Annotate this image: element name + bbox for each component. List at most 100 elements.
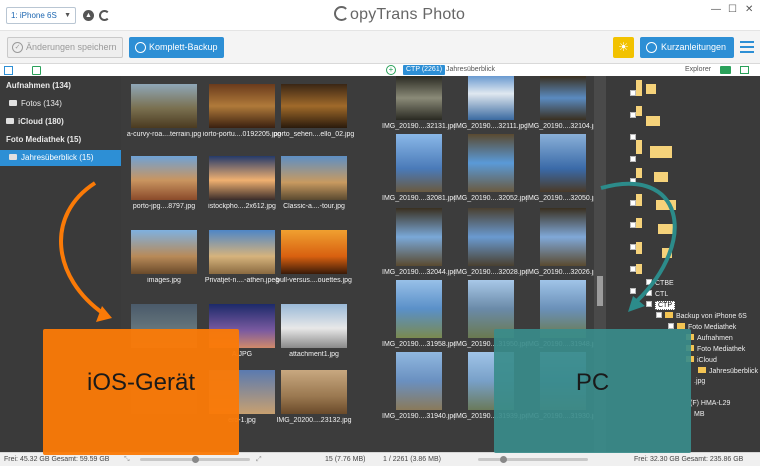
- photo-caption: IMG_20190....31940.jpg: [382, 413, 455, 420]
- zoom-in-icon[interactable]: ⤢: [256, 453, 262, 466]
- tree-node[interactable]: Jahresüberblick: [698, 366, 758, 377]
- save-changes-button[interactable]: ✓ Änderungen speichern: [7, 37, 123, 58]
- photo-thumbnail[interactable]: [467, 76, 514, 120]
- folder-icon[interactable]: [720, 66, 731, 74]
- blurred-folder-area: [654, 172, 668, 182]
- tree-expand-box[interactable]: [630, 156, 636, 162]
- tree-expand-box[interactable]: [630, 288, 636, 294]
- photo-thumbnail[interactable]: [539, 134, 586, 192]
- tree-expand-box[interactable]: [630, 178, 636, 184]
- device-zoom-knob[interactable]: [192, 456, 199, 463]
- photo-tile[interactable]: Classic-a....-tour.jpg: [273, 156, 355, 210]
- photo-thumbnail[interactable]: [131, 230, 197, 274]
- pc-photo-tile[interactable]: IMG_20190....32104.jpg: [526, 76, 599, 130]
- photo-thumbnail[interactable]: [209, 230, 275, 274]
- photo-thumbnail[interactable]: [131, 84, 197, 128]
- chevron-down-icon: ▼: [64, 12, 71, 19]
- pc-photo-tile[interactable]: IMG_20190....32131.jpg: [382, 76, 455, 130]
- photo-tile[interactable]: a-curvy-roa....terrain.jpg: [123, 84, 205, 138]
- device-selector[interactable]: 1: iPhone 6S ▼: [6, 7, 76, 24]
- photo-tile[interactable]: attachment1.jpg: [273, 304, 355, 358]
- pc-photo-tile[interactable]: IMG_20190....32044.jpg: [382, 208, 455, 276]
- tree-node[interactable]: Aufnahmen: [686, 333, 733, 344]
- photo-thumbnail[interactable]: [395, 352, 442, 410]
- lightbulb-button[interactable]: ☀: [613, 37, 634, 58]
- photo-thumbnail[interactable]: [209, 156, 275, 200]
- pc-photo-tile[interactable]: IMG_20190....31958.jpg: [382, 280, 455, 348]
- photo-tile[interactable]: istockpho....2x612.jpg: [201, 156, 283, 210]
- photo-thumbnail[interactable]: [395, 76, 442, 120]
- minimize-icon[interactable]: —: [711, 4, 721, 15]
- tree-expand-box[interactable]: [630, 90, 636, 96]
- photo-thumbnail[interactable]: [395, 134, 442, 192]
- pc-photo-tile[interactable]: IMG_20190....32111.jpg: [454, 76, 527, 130]
- photo-thumbnail[interactable]: [395, 280, 442, 338]
- photo-thumbnail[interactable]: [395, 208, 442, 266]
- refresh-icon[interactable]: [99, 10, 110, 21]
- close-icon[interactable]: ✕: [745, 4, 753, 15]
- photo-thumbnail[interactable]: [539, 76, 586, 120]
- photo-thumbnail[interactable]: [467, 208, 514, 266]
- eject-icon[interactable]: ▲: [83, 10, 94, 21]
- tree-node[interactable]: .jpg: [694, 376, 705, 387]
- full-backup-button[interactable]: Komplett-Backup: [129, 37, 224, 58]
- maximize-icon[interactable]: ☐: [728, 4, 737, 15]
- photo-tile[interactable]: Privatjet-n....-athen.jpeg: [201, 230, 283, 284]
- tree-expand-box[interactable]: [646, 301, 652, 307]
- tree-node[interactable]: CTP: [646, 300, 675, 311]
- pc-zoom-slider[interactable]: [478, 458, 588, 461]
- photo-thumbnail[interactable]: [281, 370, 347, 414]
- new-album-icon[interactable]: [32, 66, 41, 75]
- sidebar-item[interactable]: Jahresüberblick (15): [0, 150, 121, 166]
- tree-expand-box[interactable]: [630, 222, 636, 228]
- panel-toggle-icon[interactable]: [4, 66, 13, 75]
- photo-tile[interactable]: bull-versus....ouettes.jpg: [273, 230, 355, 284]
- pc-photo-tile[interactable]: IMG_20190....32052.jpg: [454, 134, 527, 202]
- hamburger-menu-icon[interactable]: [740, 41, 754, 53]
- ctp-count-badge[interactable]: CTP (2261): [403, 65, 446, 75]
- pc-zoom-knob[interactable]: [500, 456, 507, 463]
- tree-expand-box[interactable]: [630, 200, 636, 206]
- photo-tile[interactable]: images.jpg: [123, 230, 205, 284]
- pc-photo-tile[interactable]: IMG_20190....31940.jpg: [382, 352, 455, 420]
- pc-photo-tile[interactable]: IMG_20190....32081.jpg: [382, 134, 455, 202]
- photo-tile[interactable]: iorto-portu....0192205.jpg: [201, 84, 283, 138]
- tree-node[interactable]: Backup von iPhone 6S: [656, 311, 747, 322]
- sidebar-item[interactable]: Foto Mediathek (15): [0, 132, 121, 148]
- tree-node[interactable]: CTL: [646, 289, 668, 300]
- tree-node[interactable]: (F) HMA-L29: [690, 398, 730, 409]
- sidebar-item[interactable]: Aufnahmen (134): [0, 78, 121, 94]
- sidebar-item[interactable]: Fotos (134): [0, 96, 121, 112]
- photo-thumbnail[interactable]: [281, 230, 347, 274]
- tree-expand-box[interactable]: [630, 244, 636, 250]
- tree-node[interactable]: MB: [694, 409, 705, 420]
- quick-guide-button[interactable]: Kurzanleitungen: [640, 37, 734, 58]
- scrollbar-thumb[interactable]: [597, 276, 603, 306]
- grid-view-icon[interactable]: [740, 66, 749, 74]
- photo-caption: images.jpg: [147, 277, 181, 284]
- tree-expand-box[interactable]: [630, 266, 636, 272]
- tree-node[interactable]: CTBE: [646, 278, 674, 289]
- tree-node[interactable]: Foto Mediathek: [686, 344, 745, 355]
- photo-thumbnail[interactable]: [209, 84, 275, 128]
- sidebar-item[interactable]: iCloud (180): [0, 114, 121, 130]
- pc-photo-tile[interactable]: IMG_20190....32026.jpg: [526, 208, 599, 276]
- tree-expand-box[interactable]: [630, 112, 636, 118]
- tree-expand-box[interactable]: [656, 312, 662, 318]
- photo-tile[interactable]: porto-jpg....8797.jpg: [123, 156, 205, 210]
- photo-tile[interactable]: porto_sehen....ello_02.jpg: [273, 84, 355, 138]
- pc-photo-tile[interactable]: IMG_20190....32050.jpg: [526, 134, 599, 202]
- pc-photo-tile[interactable]: IMG_20190....32028.jpg: [454, 208, 527, 276]
- photo-thumbnail[interactable]: [539, 208, 586, 266]
- add-icon[interactable]: +: [386, 65, 396, 75]
- photo-thumbnail[interactable]: [281, 84, 347, 128]
- tree-expand-box[interactable]: [646, 279, 652, 285]
- photo-thumbnail[interactable]: [131, 156, 197, 200]
- tree-expand-box[interactable]: [646, 290, 652, 296]
- photo-thumbnail[interactable]: [281, 156, 347, 200]
- device-name: 1: iPhone 6S: [11, 11, 57, 20]
- photo-tile[interactable]: IMG_20200....23132.jpg: [273, 370, 355, 424]
- photo-thumbnail[interactable]: [281, 304, 347, 348]
- tree-expand-box[interactable]: [630, 134, 636, 140]
- photo-thumbnail[interactable]: [467, 134, 514, 192]
